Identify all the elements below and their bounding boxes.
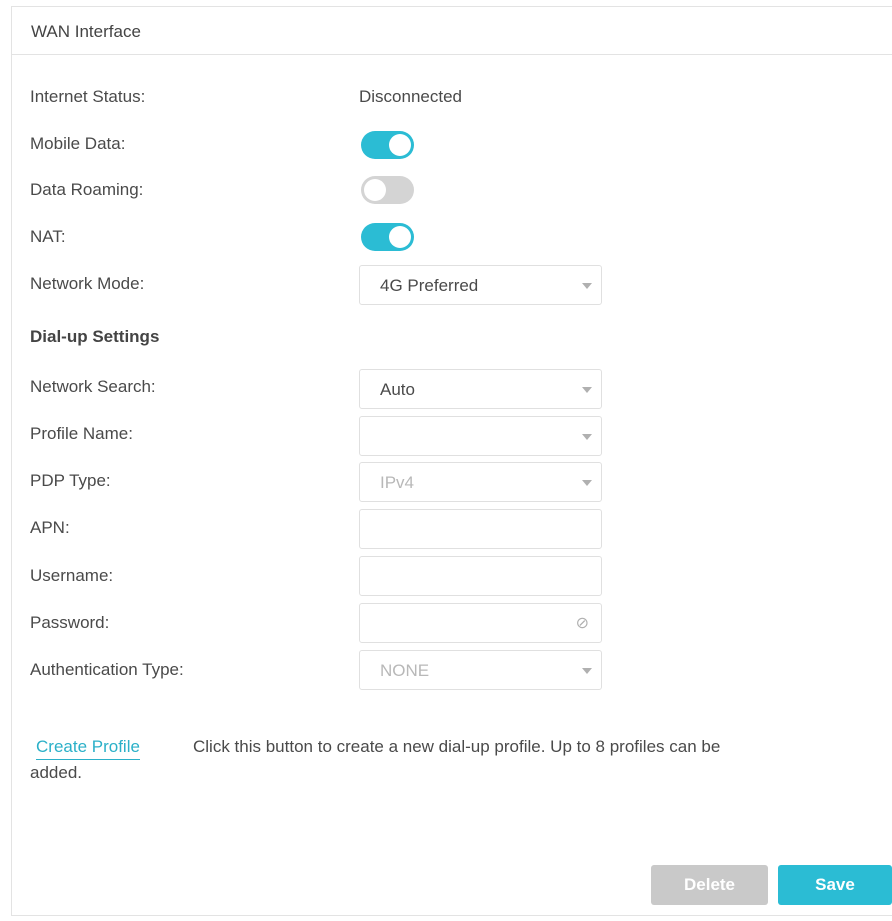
- toggle-knob: [389, 134, 411, 156]
- mobile-data-toggle[interactable]: [361, 131, 414, 159]
- eye-off-icon[interactable]: ⊘: [576, 613, 589, 633]
- apn-label: APN:: [30, 518, 70, 537]
- panel-header: WAN Interface: [12, 7, 892, 55]
- create-profile-description: Click this button to create a new dial-u…: [193, 737, 721, 756]
- create-profile-link[interactable]: Create Profile: [36, 737, 140, 760]
- toggle-knob: [389, 226, 411, 248]
- nat-toggle[interactable]: [361, 223, 414, 251]
- pdp-type-select[interactable]: IPv4: [359, 462, 602, 502]
- password-input[interactable]: ⊘: [359, 603, 602, 643]
- toggle-knob: [364, 179, 386, 201]
- mobile-data-label: Mobile Data:: [30, 134, 126, 153]
- network-mode-select[interactable]: 4G Preferred: [359, 265, 602, 305]
- save-button[interactable]: Save: [778, 865, 892, 905]
- chevron-down-icon: [582, 283, 592, 289]
- profile-name-select[interactable]: [359, 416, 602, 456]
- authentication-type-label: Authentication Type:: [30, 660, 184, 679]
- network-mode-label: Network Mode:: [30, 274, 145, 293]
- network-mode-value: 4G Preferred: [380, 276, 479, 295]
- pdp-type-value: IPv4: [380, 473, 415, 492]
- authentication-type-value: NONE: [380, 661, 430, 680]
- delete-button[interactable]: Delete: [651, 865, 768, 905]
- password-label: Password:: [30, 613, 110, 632]
- chevron-down-icon: [582, 480, 592, 486]
- data-roaming-toggle[interactable]: [361, 176, 414, 204]
- chevron-down-icon: [582, 434, 592, 440]
- panel-title: WAN Interface: [31, 22, 141, 41]
- chevron-down-icon: [582, 387, 592, 393]
- network-search-value: Auto: [380, 380, 415, 399]
- profile-name-label: Profile Name:: [30, 424, 133, 443]
- username-input[interactable]: [359, 556, 602, 596]
- pdp-type-label: PDP Type:: [30, 471, 111, 490]
- apn-input[interactable]: [359, 509, 602, 549]
- wan-interface-panel: WAN Interface: [11, 6, 892, 916]
- authentication-type-select[interactable]: NONE: [359, 650, 602, 690]
- username-label: Username:: [30, 566, 114, 585]
- network-search-label: Network Search:: [30, 377, 156, 396]
- data-roaming-label: Data Roaming:: [30, 180, 144, 199]
- network-search-select[interactable]: Auto: [359, 369, 602, 409]
- create-profile-description-cont: added.: [30, 763, 82, 782]
- chevron-down-icon: [582, 668, 592, 674]
- dialup-settings-title: Dial-up Settings: [30, 327, 160, 346]
- internet-status-value: Disconnected: [359, 87, 463, 106]
- nat-label: NAT:: [30, 227, 66, 246]
- internet-status-label: Internet Status:: [30, 87, 146, 106]
